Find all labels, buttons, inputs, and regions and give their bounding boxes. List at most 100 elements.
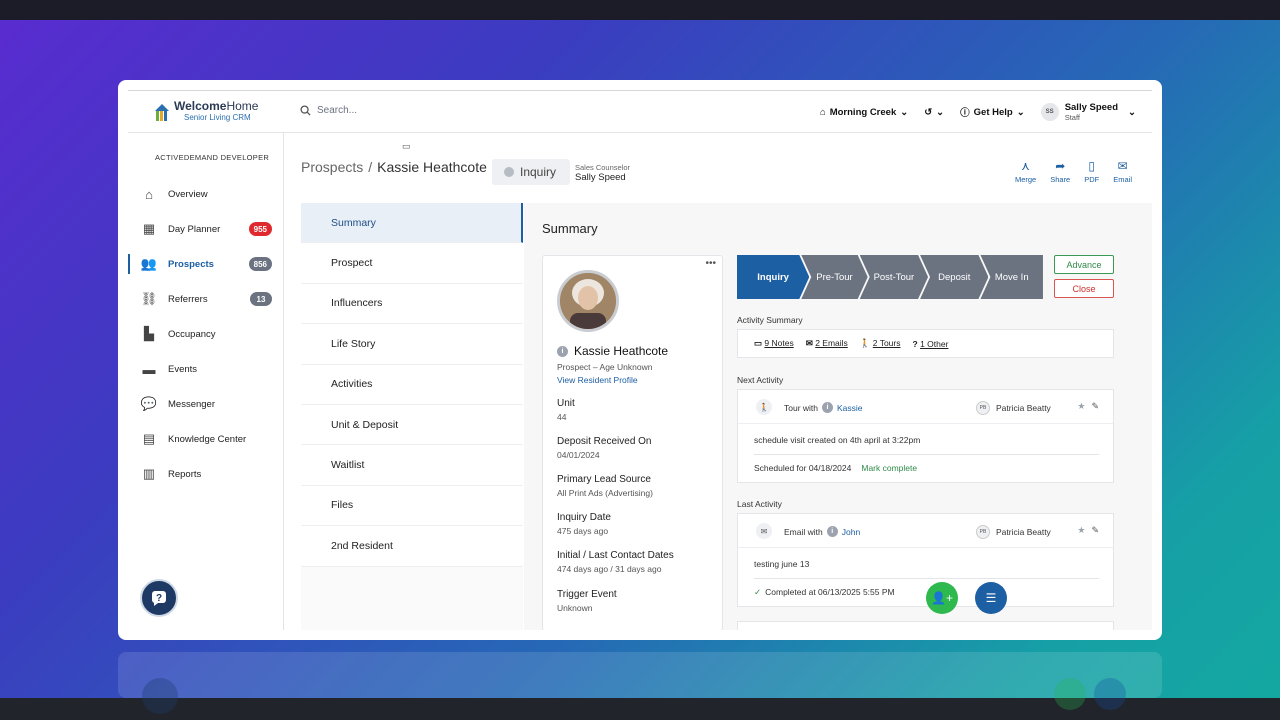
- people-icon: 👥: [140, 256, 158, 271]
- sidebar: ACTIVEDEMAND DEVELOPER ⌂ Overview ▦ Day …: [128, 133, 284, 630]
- avatar: PB: [976, 525, 990, 539]
- ticket-icon: ▬: [142, 361, 156, 377]
- logo-subtitle: Senior Living CRM: [184, 113, 251, 122]
- count-badge: 856: [248, 257, 272, 271]
- tab-waitlist[interactable]: Waitlist: [301, 445, 523, 486]
- close-button[interactable]: Close: [1054, 279, 1114, 298]
- activity-summary: ▭ 9 Notes ✉ 2 Emails 🚶 2 Tours ? 1 Other: [737, 329, 1114, 358]
- calendar-icon: ▦: [142, 221, 156, 236]
- tab-influencers[interactable]: Influencers: [301, 283, 523, 325]
- get-help-button[interactable]: ⓘ Get Help ⌄: [960, 105, 1025, 120]
- activity-summary-label: Activity Summary: [737, 315, 803, 325]
- help-chat-button[interactable]: ?: [140, 579, 178, 617]
- merge-button[interactable]: ⋏ Merge: [1015, 159, 1036, 184]
- info-icon[interactable]: i: [557, 345, 568, 357]
- pin-icon[interactable]: ★: [1077, 525, 1085, 536]
- count-badge: 955: [248, 222, 272, 236]
- share-icon: ➦: [1055, 159, 1066, 173]
- email-button[interactable]: ✉ Email: [1113, 159, 1132, 184]
- user-menu[interactable]: SS Sally Speed Staff ⌄: [1040, 101, 1136, 123]
- sidebar-item-occupancy[interactable]: ▙ Occupancy: [128, 321, 284, 347]
- screen-top-bar: [0, 0, 1280, 20]
- question-chat-icon: ?: [152, 591, 166, 606]
- share-button[interactable]: ➦ Share: [1050, 159, 1070, 184]
- add-contact-button[interactable]: 👤+: [926, 582, 958, 614]
- pdf-button[interactable]: ▯ PDF: [1084, 159, 1099, 184]
- status-badge[interactable]: Inquiry: [492, 159, 570, 185]
- info-icon[interactable]: i: [822, 402, 834, 413]
- mark-complete-link[interactable]: Mark complete: [861, 463, 917, 473]
- logo-title: WelcomeHome: [174, 99, 259, 113]
- app-frame: WelcomeHome Senior Living CRM Search... …: [118, 80, 1162, 640]
- sidebar-item-reports[interactable]: ▥ Reports: [128, 461, 284, 487]
- tab-activities[interactable]: Activities: [301, 364, 523, 405]
- advance-button[interactable]: Advance: [1054, 255, 1114, 274]
- sidebar-item-messenger[interactable]: 💬 Messenger: [128, 391, 284, 417]
- top-header: WelcomeHome Senior Living CRM Search... …: [128, 91, 1152, 133]
- sidebar-item-events[interactable]: ▬ Events: [128, 356, 284, 382]
- sidebar-item-prospects[interactable]: 👥 Prospects 856: [128, 251, 284, 277]
- community-selector[interactable]: ⌂ Morning Creek ⌄: [820, 107, 908, 118]
- user-name: Sally Speed: [1064, 101, 1119, 113]
- screen-bottom-bar: [0, 698, 1280, 720]
- sidebar-item-referrers[interactable]: ⛓ Referrers 13: [128, 286, 284, 312]
- emails-link[interactable]: ✉ 2 Emails: [806, 338, 848, 349]
- info-icon[interactable]: i: [826, 526, 838, 537]
- stage-pre-tour[interactable]: Pre-Tour: [801, 255, 867, 299]
- next-activity-label: Next Activity: [737, 375, 784, 385]
- note-icon: ▭: [754, 338, 763, 348]
- more-options-icon[interactable]: •••: [705, 258, 716, 269]
- completed-date: Completed at 06/13/2025 5:55 PM: [765, 587, 895, 597]
- other-link[interactable]: ? 1 Other: [913, 339, 949, 349]
- main-content: ▭ Prospects / Kassie Heathcote Inquiry S…: [284, 133, 1152, 630]
- logo[interactable]: WelcomeHome Senior Living CRM: [154, 100, 258, 123]
- contact-link[interactable]: Kassie: [837, 403, 863, 413]
- stage-deposit[interactable]: Deposit: [920, 255, 988, 299]
- field-lead-source: Primary Lead Source All Print Ads (Adver…: [557, 474, 653, 498]
- search-input[interactable]: Search...: [317, 105, 357, 116]
- search-bar[interactable]: Search...: [300, 105, 357, 116]
- notes-link[interactable]: ▭ 9 Notes: [754, 338, 794, 349]
- device-icon: ▭: [402, 141, 411, 151]
- contact-link[interactable]: John: [842, 527, 860, 537]
- activity-description: schedule visit created on 4th april at 3…: [754, 435, 921, 445]
- status-dot-icon: [504, 167, 514, 177]
- stage-inquiry[interactable]: Inquiry: [737, 255, 809, 299]
- prospect-name: i Kassie Heathcote: [557, 344, 668, 358]
- merge-icon: ⋏: [1021, 159, 1030, 173]
- count-badge: 13: [250, 292, 272, 306]
- stage-move-in[interactable]: Move In: [980, 255, 1043, 299]
- edit-pencil-icon[interactable]: ✎: [1091, 525, 1099, 536]
- last-activity-label: Last Activity: [737, 499, 782, 509]
- history-button[interactable]: ↺ ⌄: [924, 107, 944, 118]
- activity-owner: PB Patricia Beatty: [976, 525, 1051, 539]
- tasks-button[interactable]: ☰: [975, 582, 1007, 614]
- tab-unit-deposit[interactable]: Unit & Deposit: [301, 404, 523, 446]
- avatar: [557, 270, 619, 332]
- page-title: Prospects / Kassie Heathcote: [301, 159, 487, 175]
- scheduled-date: Scheduled for 04/18/2024: [754, 463, 852, 473]
- tab-life-story[interactable]: Life Story: [301, 324, 523, 365]
- tab-summary[interactable]: Summary: [301, 203, 523, 244]
- edit-pencil-icon[interactable]: ✎: [1091, 401, 1099, 412]
- sidebar-item-day-planner[interactable]: ▦ Day Planner 955: [128, 216, 284, 242]
- question-icon: ?: [912, 338, 918, 349]
- sidebar-item-overview[interactable]: ⌂ Overview: [128, 181, 284, 207]
- pin-icon[interactable]: ★: [1077, 401, 1085, 412]
- add-person-icon: 👤+: [931, 591, 953, 605]
- stage-post-tour[interactable]: Post-Tour: [860, 255, 928, 299]
- breadcrumb[interactable]: Prospects: [301, 159, 363, 175]
- house-logo-icon: [155, 103, 169, 121]
- profile-card: ••• i Kassie Heathcote Prospect – Age Un…: [542, 255, 723, 630]
- field-contact-dates: Initial / Last Contact Dates 474 days ag…: [557, 550, 674, 574]
- tab-2nd-resident[interactable]: 2nd Resident: [301, 526, 523, 567]
- chevron-down-icon: ⌄: [936, 106, 945, 118]
- tab-files[interactable]: Files: [301, 485, 523, 527]
- pdf-icon: ▯: [1088, 159, 1096, 173]
- view-resident-profile-link[interactable]: View Resident Profile: [557, 375, 638, 385]
- sidebar-item-knowledge-center[interactable]: ▤ Knowledge Center: [128, 426, 284, 452]
- tours-link[interactable]: 🚶 2 Tours: [860, 338, 901, 349]
- chat-icon: 💬: [140, 396, 158, 411]
- tab-prospect[interactable]: Prospect: [301, 243, 523, 284]
- help-circle-icon: ⓘ: [960, 108, 970, 119]
